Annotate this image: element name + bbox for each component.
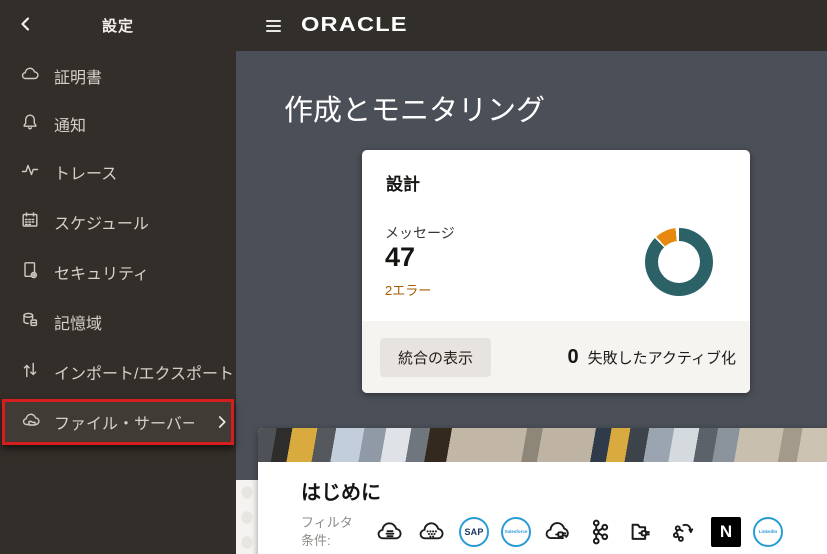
salesforce-icon[interactable]: Salesforce xyxy=(501,517,531,547)
sidebar-title: 設定 xyxy=(0,15,236,36)
certificate-cloud-icon xyxy=(20,64,40,89)
messages-count: 47 xyxy=(385,242,415,273)
sidebar-item-label: 記憶域 xyxy=(54,310,102,334)
calendar-icon xyxy=(20,210,40,235)
flow-arrow-icon[interactable] xyxy=(669,517,699,547)
sidebar-item-label: ファイル・サーバー xyxy=(54,410,194,434)
messages-donut-chart xyxy=(645,228,713,296)
failed-activations-label: 失敗したアクティブ化 xyxy=(588,347,736,368)
hamburger-menu-icon[interactable] xyxy=(266,20,281,32)
sidebar-item-schedule[interactable]: スケジュール xyxy=(0,198,236,246)
storage-database-icon xyxy=(20,310,40,335)
design-card: 設計 メッセージ 47 2エラー 統合の表示 0 失敗したアクティブ化 xyxy=(362,150,750,393)
oracle-logo: ORACLE xyxy=(301,14,408,37)
app-window: 設定 証明書 通知 トレース スケジュール xyxy=(0,0,827,554)
sidebar-item-certificates[interactable]: 証明書 xyxy=(0,52,236,100)
adapter-filter-row: フィルタ条件: SAP Salesforce xyxy=(301,514,827,549)
design-card-footer: 統合の表示 0 失敗したアクティブ化 xyxy=(362,321,750,393)
import-export-arrows-icon xyxy=(20,360,40,385)
failed-activations-count: 0 xyxy=(568,346,579,369)
sidebar-item-label: セキュリティ xyxy=(54,260,149,284)
linkedin-icon[interactable]: LinkedIn xyxy=(753,517,783,547)
sap-icon[interactable]: SAP xyxy=(459,517,489,547)
cloud-stack-icon[interactable] xyxy=(375,517,405,547)
file-server-cloud-icon xyxy=(21,410,41,435)
messages-label: メッセージ xyxy=(385,223,455,243)
sidebar-item-storage[interactable]: 記憶域 xyxy=(0,298,236,346)
netsuite-icon[interactable]: N xyxy=(711,517,741,547)
settings-sidebar: 設定 証明書 通知 トレース スケジュール xyxy=(0,0,236,554)
decorative-banner xyxy=(258,428,827,462)
page-title: 作成とモニタリング xyxy=(284,87,545,129)
sidebar-item-label: スケジュール xyxy=(54,210,149,234)
sidebar-item-import-export[interactable]: インポート/エクスポート xyxy=(0,348,236,396)
view-integrations-button[interactable]: 統合の表示 xyxy=(380,338,491,377)
chevron-right-icon xyxy=(213,413,231,431)
getting-started-title: はじめに xyxy=(301,476,827,505)
sidebar-item-label: インポート/エクスポート xyxy=(54,360,234,384)
cloud-dots-icon[interactable] xyxy=(417,517,447,547)
sidebar-item-label: 証明書 xyxy=(54,64,102,88)
sidebar-item-trace[interactable]: トレース xyxy=(0,148,236,196)
errors-link[interactable]: 2エラー xyxy=(385,280,431,299)
kafka-icon[interactable] xyxy=(585,517,615,547)
sidebar-item-security[interactable]: セキュリティ xyxy=(0,248,236,296)
trace-pulse-icon xyxy=(20,160,40,185)
sidebar-item-label: 通知 xyxy=(54,112,86,136)
cloud-plug-icon[interactable] xyxy=(543,517,573,547)
sidebar-item-label: トレース xyxy=(54,160,117,184)
security-document-icon xyxy=(20,260,40,285)
sidebar-item-file-server[interactable]: ファイル・サーバー xyxy=(2,399,234,445)
design-card-title: 設計 xyxy=(386,170,420,195)
bell-icon xyxy=(20,112,40,137)
getting-started-card: はじめに フィルタ条件: SAP Salesforce xyxy=(258,428,827,554)
topbar: ORACLE xyxy=(236,0,827,51)
failed-activations: 0 失敗したアクティブ化 xyxy=(568,346,736,369)
main-content: 作成とモニタリング 設計 メッセージ 47 2エラー 統合の表示 0 失敗したア… xyxy=(236,51,827,554)
folder-plug-icon[interactable] xyxy=(627,517,657,547)
sidebar-header: 設定 xyxy=(0,0,236,50)
sidebar-item-notifications[interactable]: 通知 xyxy=(0,100,236,148)
filter-label: フィルタ条件: xyxy=(301,514,363,549)
